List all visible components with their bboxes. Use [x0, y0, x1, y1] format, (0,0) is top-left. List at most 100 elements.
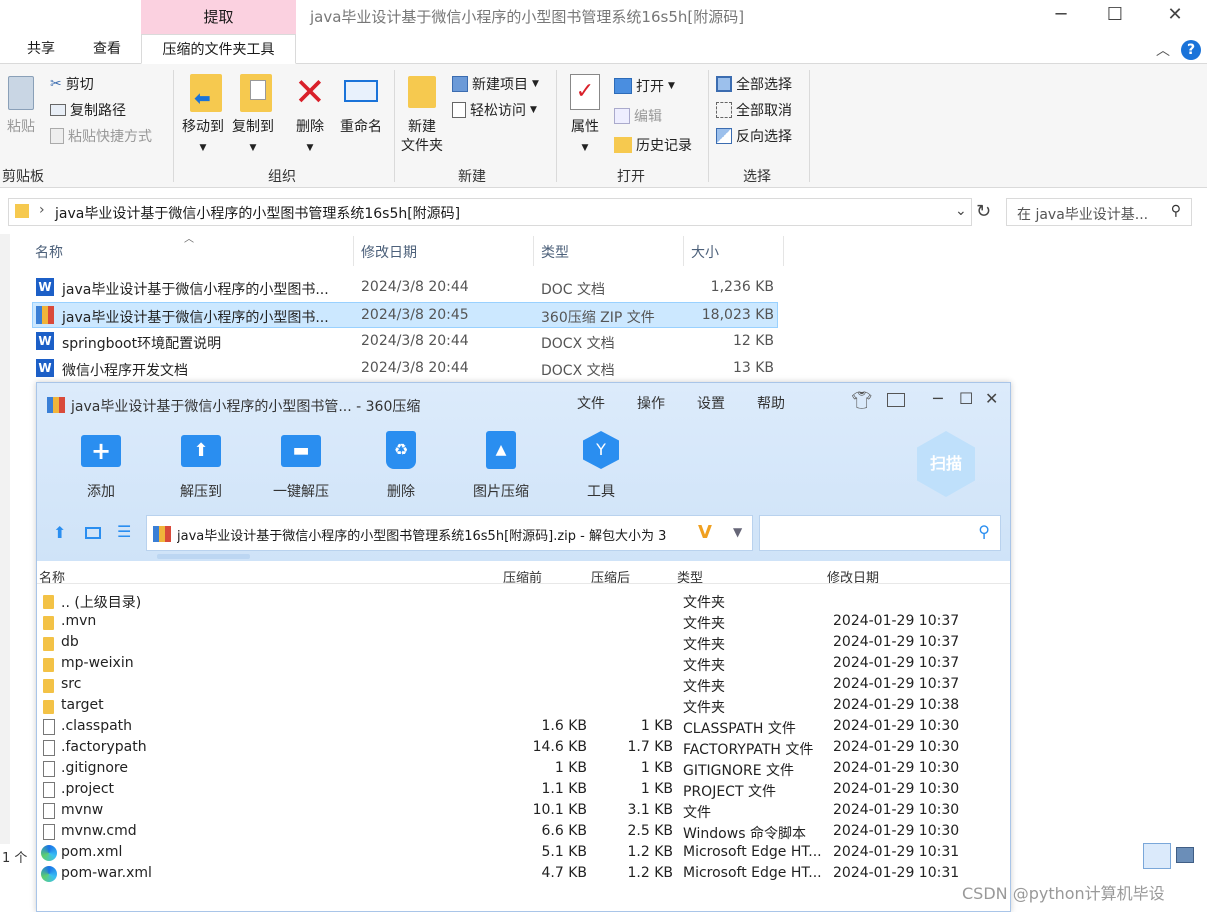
ribbon-divider: [809, 70, 810, 182]
file-row[interactable]: W 微信小程序开发文档 2024/3/8 20:44 DOCX 文档 13 KB: [32, 356, 778, 382]
dropdown-icon: ▼: [668, 81, 675, 91]
file-icon: [43, 740, 55, 756]
easy-access-button[interactable]: 轻松访问 ▼: [452, 100, 537, 120]
zip-row[interactable]: pom-war.xml 4.7 KB 1.2 KB Microsoft Edge HT…: [41, 864, 1001, 885]
copy-path-button[interactable]: 复制路径: [50, 100, 126, 120]
zip-row[interactable]: .project 1.1 KB 1 KB PROJECT 文件 2024-01-29 1…: [41, 780, 1001, 801]
invert-selection-button[interactable]: 反向选择: [716, 126, 792, 146]
history-button[interactable]: 历史记录: [614, 135, 692, 155]
file-size: 1,236 KB: [710, 279, 774, 295]
menu-help[interactable]: 帮助: [757, 393, 785, 413]
cut-button[interactable]: ✂ 剪切: [50, 74, 94, 94]
feedback-icon[interactable]: [887, 393, 905, 407]
extract-to-button[interactable]: ⬆ 解压到: [161, 431, 241, 501]
zip-row[interactable]: .. (上级目录) 文件夹: [41, 591, 1001, 612]
zip-row[interactable]: .factorypath 14.6 KB 1.7 KB FACTORYPATH 文件 2…: [41, 738, 1001, 759]
select-all-button[interactable]: 全部选择: [716, 74, 792, 94]
zip-close-button[interactable]: ✕: [985, 389, 998, 408]
edit-button[interactable]: 编辑: [614, 106, 662, 126]
menu-operate[interactable]: 操作: [637, 393, 665, 413]
file-type: DOCX 文档: [541, 363, 615, 379]
chevron-right-icon[interactable]: ›: [39, 202, 45, 218]
file-modified: 2024/3/8 20:44: [361, 333, 469, 349]
zip-row[interactable]: db 文件夹 2024-01-29 10:37: [41, 633, 1001, 654]
zip-row[interactable]: .classpath 1.6 KB 1 KB CLASSPATH 文件 2024-01-…: [41, 717, 1001, 738]
zip-row-before: 5.1 KB: [541, 844, 588, 860]
new-folder-label-1: 新建: [408, 119, 436, 135]
extract-to-label: 解压到: [180, 484, 222, 500]
file-name: java毕业设计基于微信小程序的小型图书...: [62, 310, 329, 326]
new-folder-button[interactable]: 新建 文件夹: [398, 118, 446, 156]
chevron-down-icon[interactable]: ▼: [733, 525, 742, 539]
zip-row[interactable]: pom.xml 5.1 KB 1.2 KB Microsoft Edge HT... 2…: [41, 843, 1001, 864]
tab-view[interactable]: 查看: [82, 34, 132, 64]
zip-delete-button[interactable]: ♻ 删除: [361, 431, 441, 501]
zip-row-name: .gitignore: [61, 760, 128, 776]
zip-row[interactable]: mp-weixin 文件夹 2024-01-29 10:37: [41, 654, 1001, 675]
paste-icon: [8, 76, 34, 110]
zip-row[interactable]: .gitignore 1 KB 1 KB GITIGNORE 文件 2024-01-29…: [41, 759, 1001, 780]
tools-button[interactable]: Y 工具: [561, 431, 641, 501]
rename-button[interactable]: 重命名: [336, 118, 386, 137]
up-arrow-icon[interactable]: ⬆: [53, 523, 66, 542]
paste-shortcut-button[interactable]: 粘贴快捷方式: [50, 126, 152, 146]
column-header-name[interactable]: 名称: [35, 242, 63, 262]
address-bar[interactable]: › java毕业设计基于微信小程序的小型图书管理系统16s5h[附源码] ⌄: [8, 198, 972, 226]
column-header-size[interactable]: 大小: [691, 242, 719, 262]
copy-to-button[interactable]: 复制到 ▼: [228, 118, 278, 158]
large-icons-view-button[interactable]: [1176, 847, 1194, 863]
ribbon-divider: [394, 70, 395, 182]
image-compress-button[interactable]: ▲ 图片压缩: [461, 431, 541, 501]
zip-path-bar[interactable]: java毕业设计基于微信小程序的小型图书管理系统16s5h[附源码].zip -…: [146, 515, 753, 551]
new-item-button[interactable]: 新建项目 ▼: [452, 74, 539, 94]
navigation-pane[interactable]: [0, 234, 10, 844]
menu-file[interactable]: 文件: [577, 393, 605, 413]
help-icon[interactable]: ?: [1181, 40, 1201, 60]
zip-row[interactable]: mvnw 10.1 KB 3.1 KB 文件 2024-01-29 10:30: [41, 801, 1001, 822]
zip-row[interactable]: target 文件夹 2024-01-29 10:38: [41, 696, 1001, 717]
zip-row[interactable]: .mvn 文件夹 2024-01-29 10:37: [41, 612, 1001, 633]
add-button[interactable]: + 添加: [61, 431, 141, 501]
column-header-type[interactable]: 类型: [541, 242, 569, 262]
zip-row-modified: 2024-01-29 10:30: [833, 802, 960, 818]
file-row[interactable]: W java毕业设计基于微信小程序的小型图书... 2024/3/8 20:44…: [32, 275, 778, 301]
folder-icon: [15, 204, 29, 218]
file-row-selected[interactable]: java毕业设计基于微信小程序的小型图书... 2024/3/8 20:45 3…: [32, 302, 778, 328]
zip-maximize-button[interactable]: ☐: [959, 389, 973, 408]
tab-compressed-folder-tools[interactable]: 压缩的文件夹工具: [141, 34, 296, 64]
column-divider[interactable]: [783, 236, 784, 266]
context-tab-extract[interactable]: 提取: [141, 0, 296, 34]
tab-share[interactable]: 共享: [16, 34, 66, 64]
skin-icon[interactable]: 👕︎: [851, 391, 873, 411]
refresh-icon[interactable]: ↻: [976, 201, 991, 222]
maximize-button[interactable]: ☐: [1100, 4, 1130, 28]
collapse-ribbon-icon[interactable]: ︿: [1156, 40, 1170, 60]
paste-button[interactable]: 粘贴: [4, 118, 38, 137]
delete-button[interactable]: 删除 ▼: [290, 118, 330, 158]
one-click-extract-button[interactable]: ▬ 一键解压: [261, 431, 341, 501]
zip-search-input[interactable]: ⚲: [759, 515, 1001, 551]
column-divider[interactable]: [353, 236, 354, 266]
file-row[interactable]: W springboot环境配置说明 2024/3/8 20:44 DOCX 文…: [32, 329, 778, 355]
file-size: 18,023 KB: [701, 307, 774, 323]
zip-row[interactable]: mvnw.cmd 6.6 KB 2.5 KB Windows 命令脚本 2024-01-…: [41, 822, 1001, 843]
menu-settings[interactable]: 设置: [697, 393, 725, 413]
properties-button[interactable]: 属性 ▼: [564, 118, 606, 158]
search-input[interactable]: 在 java毕业设计基... ⚲: [1006, 198, 1192, 226]
thumbnail-view-icon[interactable]: [85, 527, 101, 539]
zip-minimize-button[interactable]: ─: [933, 389, 943, 408]
list-view-icon[interactable]: ☰: [117, 522, 131, 541]
minimize-button[interactable]: ─: [1046, 4, 1076, 28]
open-button[interactable]: 打开 ▼: [614, 76, 675, 96]
column-divider[interactable]: [683, 236, 684, 266]
column-divider[interactable]: [533, 236, 534, 266]
select-none-button[interactable]: 全部取消: [716, 100, 792, 120]
details-view-button[interactable]: [1143, 843, 1171, 869]
move-to-button[interactable]: 移动到 ▼: [178, 118, 228, 158]
close-button[interactable]: ✕: [1160, 4, 1190, 28]
horizontal-scrollbar-thumb[interactable]: [157, 554, 250, 559]
folder-icon: [43, 700, 54, 714]
column-header-modified[interactable]: 修改日期: [361, 242, 417, 262]
chevron-down-icon[interactable]: ⌄: [955, 203, 967, 219]
zip-row[interactable]: src 文件夹 2024-01-29 10:37: [41, 675, 1001, 696]
